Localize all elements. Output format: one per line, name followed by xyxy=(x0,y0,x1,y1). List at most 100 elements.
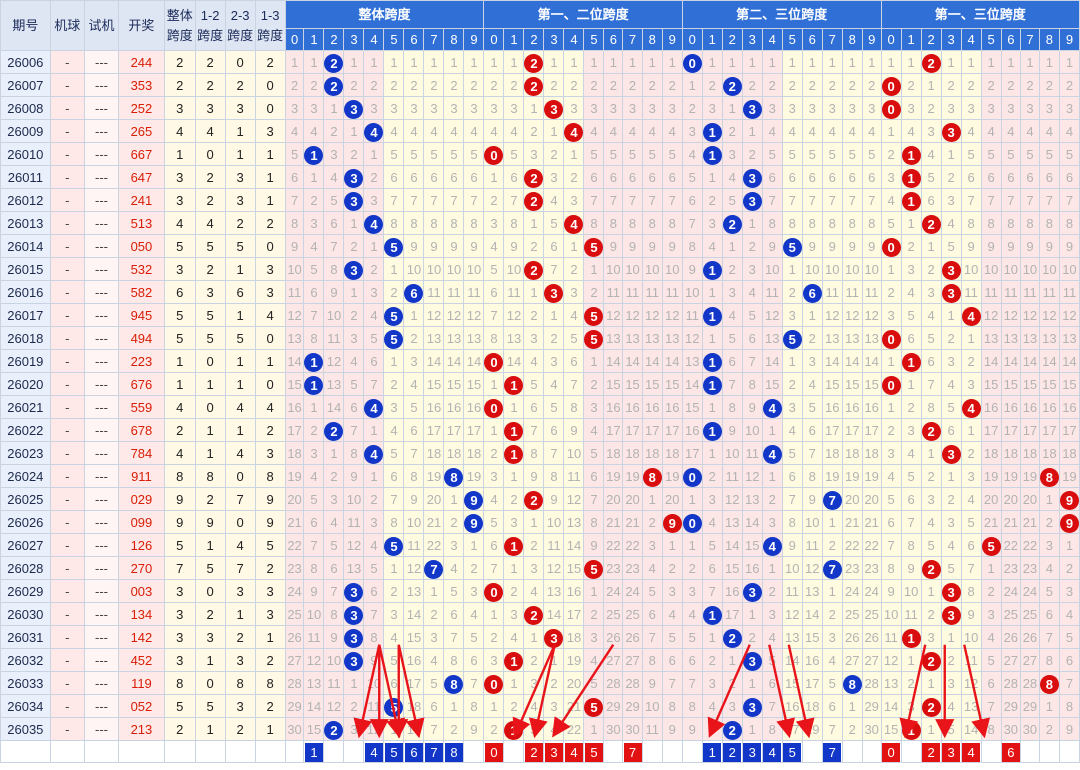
omission-cell: 18 xyxy=(284,441,305,465)
prediction-box: 5 xyxy=(584,743,603,762)
span-hit-cell: 3 xyxy=(343,188,365,212)
omission-cell: 13 xyxy=(323,372,345,396)
omission-cell: 2 xyxy=(1038,73,1060,97)
omission-cell: 3 xyxy=(323,142,345,166)
omission-cell: 19 xyxy=(980,464,1002,488)
omission-cell: 4 xyxy=(1038,119,1060,143)
span-value-cell: 1 xyxy=(224,602,256,626)
omission-cell: 10 xyxy=(463,257,485,281)
span23-header: 2-3跨度 xyxy=(224,0,256,51)
omission-cell: 17 xyxy=(563,602,585,626)
prediction-empty-cell xyxy=(900,739,922,764)
omission-cell: 6 xyxy=(801,418,823,442)
omission-cell: 16 xyxy=(841,395,863,419)
omission-cell: 4 xyxy=(383,119,405,143)
table-row: 26030- --- 134 3 2 1 3 25 10 8 3 7 3 14 2 6 4 1 3 2 14 17 2 25 2… xyxy=(0,602,1080,626)
draw-cell: 559 xyxy=(118,395,165,419)
span-hit-cell: 4 xyxy=(761,441,783,465)
omission-cell: 8 xyxy=(841,211,863,235)
span-hit-cell: 4 xyxy=(761,395,783,419)
omission-cell: 2 xyxy=(483,73,505,97)
omission-cell: 6 xyxy=(483,533,505,557)
omission-cell: 2 xyxy=(463,73,485,97)
span-hit-ball: 3 xyxy=(743,697,762,717)
span-value-cell: 8 xyxy=(163,464,196,488)
omission-cell: 3 xyxy=(701,211,723,235)
issue-cell: 26016 xyxy=(0,280,51,304)
span-hit-cell: 7 xyxy=(821,556,843,580)
omission-cell: 4 xyxy=(900,119,922,143)
omission-cell: 13 xyxy=(761,326,783,350)
omission-cell: 5 xyxy=(543,211,565,235)
omission-cell: 5 xyxy=(960,510,982,534)
omission-cell: 4 xyxy=(900,280,922,304)
span-hit-cell: 6 xyxy=(403,280,425,304)
digit-header: 5 xyxy=(383,28,405,51)
omission-cell: 6 xyxy=(1058,165,1080,189)
omission-cell: 12 xyxy=(303,648,325,672)
span-value-cell: 2 xyxy=(224,211,256,235)
span-hit-cell: 5 xyxy=(583,326,605,350)
omission-cell: 9 xyxy=(801,234,823,258)
issue-cell: 26017 xyxy=(0,303,51,327)
omission-cell: 3 xyxy=(781,96,803,120)
omission-cell: 1 xyxy=(920,671,942,695)
omission-cell: 10 xyxy=(801,510,823,534)
prediction-cell: 3 xyxy=(543,739,565,764)
span-value-cell: 3 xyxy=(224,96,256,120)
omission-cell: 7 xyxy=(423,188,445,212)
omission-cell: 12 xyxy=(403,556,425,580)
span-hit-cell: 9 xyxy=(463,510,485,534)
draw-cell: 142 xyxy=(118,625,165,649)
omission-cell: 1 xyxy=(821,510,843,534)
omission-cell: 4 xyxy=(801,372,823,396)
prediction-box: 1 xyxy=(304,743,323,762)
omission-cell: 1 xyxy=(721,234,743,258)
span-hit-cell: 5 xyxy=(781,326,803,350)
issue-cell: 26009 xyxy=(0,119,51,143)
omission-cell: 1 xyxy=(343,280,365,304)
span-hit-ball: 9 xyxy=(1060,513,1079,533)
omission-cell: 1 xyxy=(563,234,585,258)
span-value-cell: 1 xyxy=(254,717,286,741)
span-hit-cell: 4 xyxy=(363,211,385,235)
span-value-cell: 2 xyxy=(194,165,226,189)
prediction-row: 14567802345712345702346 xyxy=(0,739,1080,764)
omission-cell: 5 xyxy=(523,717,545,741)
omission-cell: 13 xyxy=(641,326,663,350)
omission-cell: 13 xyxy=(1000,326,1022,350)
omission-cell: 10 xyxy=(503,257,525,281)
omission-cell: 5 xyxy=(1020,142,1040,166)
omission-cell: 7 xyxy=(861,188,882,212)
omission-cell: 2 xyxy=(503,694,525,718)
span-value-cell: 1 xyxy=(194,533,226,557)
omission-cell: 12 xyxy=(622,303,643,327)
omission-cell: 6 xyxy=(423,165,445,189)
prediction-cell: 2 xyxy=(523,739,545,764)
ball-cell: - xyxy=(49,418,85,442)
span-value-cell: 3 xyxy=(254,257,286,281)
omission-cell: 10 xyxy=(900,579,922,603)
omission-cell: 25 xyxy=(841,602,863,626)
trial-cell: --- xyxy=(83,464,120,488)
digit-header: 7 xyxy=(821,28,843,51)
omission-cell: 3 xyxy=(563,188,585,212)
omission-cell: 3 xyxy=(1000,96,1022,120)
omission-cell: 20 xyxy=(861,487,882,511)
omission-cell: 4 xyxy=(880,188,902,212)
omission-cell: 2 xyxy=(741,234,763,258)
table-row: 26019- --- 223 1 0 1 1 14 1 12 4 6 1 3 14 14 14 0 14 4 3 6 1 14… xyxy=(0,349,1080,373)
prediction-box: 3 xyxy=(743,743,762,762)
omission-cell: 1 xyxy=(940,50,962,74)
omission-cell: 8 xyxy=(363,625,385,649)
omission-cell: 6 xyxy=(563,349,585,373)
span-hit-ball: 1 xyxy=(703,352,722,372)
omission-cell: 8 xyxy=(323,257,345,281)
prediction-cell: 5 xyxy=(583,739,605,764)
span-value-cell: 7 xyxy=(224,556,256,580)
omission-cell: 2 xyxy=(861,73,882,97)
prediction-cell: 7 xyxy=(423,739,445,764)
span-value-cell: 1 xyxy=(163,372,196,396)
omission-cell: 19 xyxy=(463,464,485,488)
omission-cell: 17 xyxy=(423,418,445,442)
